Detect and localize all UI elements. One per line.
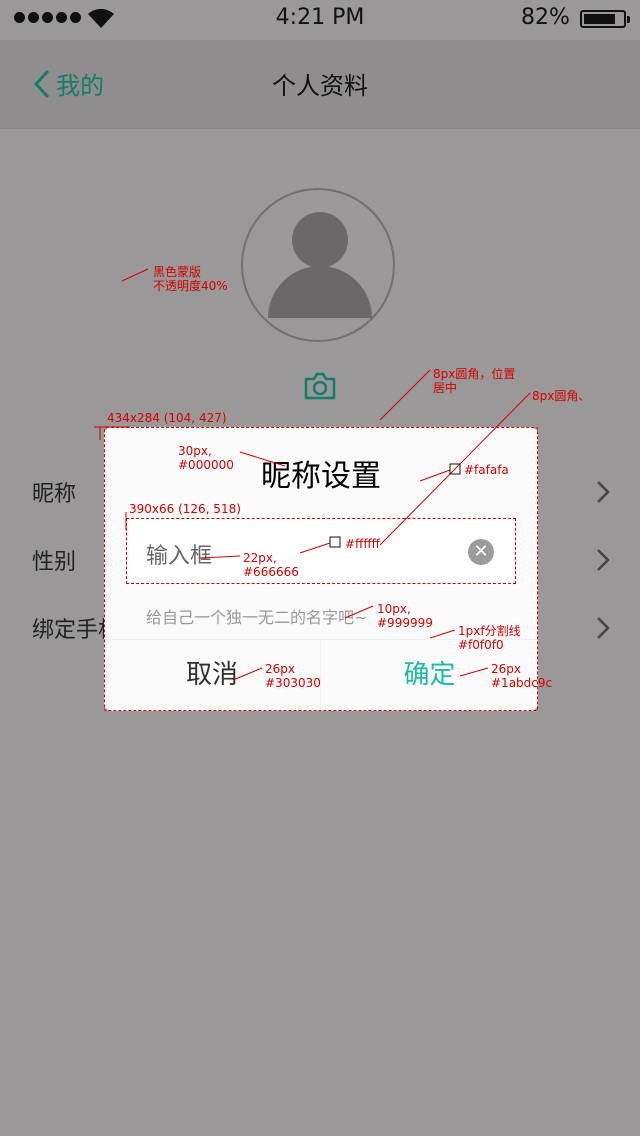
annotation-title-font: 30px, #000000 [178, 444, 234, 472]
annotation-bg-color: #fafafa [464, 463, 509, 477]
annotation-input-font: 22px, #666666 [243, 551, 299, 579]
annotation-dialog-spec: 434x284 (104, 427) [107, 411, 227, 425]
annotation-corner-position: 8px圆角，位置 居中 [433, 367, 516, 395]
annotation-corner: 8px圆角、 [532, 389, 591, 403]
annotation-mask: 黑色蒙版 不透明度40% [153, 265, 228, 293]
annotation-input-bg: #ffffff [345, 537, 380, 551]
annotation-cancel-font: 26px #303030 [265, 662, 321, 690]
annotation-arrows [94, 268, 531, 681]
annotation-divider: 1pxf分割线 #f0f0f0 [458, 624, 521, 652]
annotation-input-spec: 390x66 (126, 518) [129, 502, 241, 516]
annotation-confirm-font: 26px #1abdc9c [491, 662, 553, 690]
annotation-hint-font: 10px, #999999 [377, 602, 433, 630]
